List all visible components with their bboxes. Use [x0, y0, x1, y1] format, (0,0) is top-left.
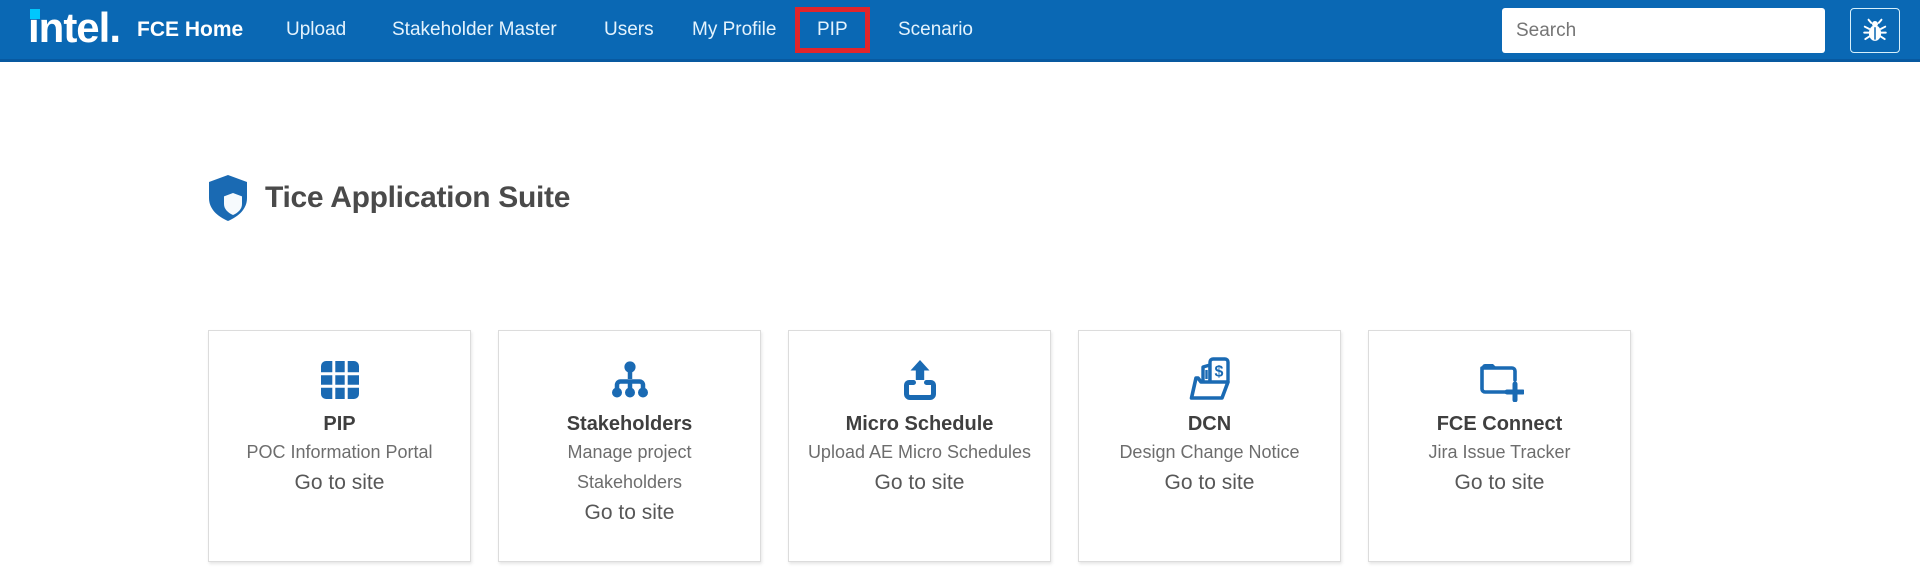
folder-plus-icon [1479, 364, 1524, 402]
card-description: POC Information Portal [246, 442, 433, 462]
org-chart-icon [611, 361, 648, 398]
suite-title: Tice Application Suite [265, 181, 571, 214]
card-title: Stakeholders [566, 413, 693, 435]
go-to-site-link[interactable]: Go to site [1369, 467, 1630, 498]
intel-logo[interactable]: intel. [28, 0, 121, 59]
card-description: Jira Issue Tracker [1428, 442, 1571, 462]
nav-item-my-profile[interactable]: My Profile [692, 0, 776, 59]
go-to-site-link[interactable]: Go to site [789, 467, 1050, 498]
table-grid-icon [320, 361, 359, 399]
go-to-site-link[interactable]: Go to site [209, 467, 470, 498]
upload-icon [903, 360, 936, 400]
nav-item-upload[interactable]: Upload [286, 0, 346, 59]
search-input[interactable] [1502, 8, 1825, 53]
top-navbar: intel. FCE Home Upload Stakeholder Maste… [0, 0, 1920, 62]
card-icon-wrap [1369, 357, 1630, 403]
go-to-site-link[interactable]: Go to site [1079, 467, 1340, 498]
card-fce-connect: FCE Connect Jira Issue Tracker Go to sit… [1368, 330, 1631, 562]
svg-text:$: $ [1214, 364, 1223, 381]
card-stakeholders: Stakeholders Manage project Stakeholders… [498, 330, 761, 562]
intel-logo-text: intel. [28, 4, 121, 51]
nav-item-fce-home[interactable]: FCE Home [137, 0, 243, 59]
card-description: Upload AE Micro Schedules [807, 442, 1032, 462]
application-cards-row: PIP POC Information Portal Go to site St… [208, 330, 1631, 562]
go-to-site-link[interactable]: Go to site [499, 497, 760, 528]
card-icon-wrap [789, 357, 1050, 403]
intel-logo-i-dot-square [30, 9, 40, 19]
card-title: PIP [323, 413, 356, 435]
card-pip: PIP POC Information Portal Go to site [208, 330, 471, 562]
debug-button[interactable] [1850, 8, 1900, 53]
nav-item-stakeholder-master[interactable]: Stakeholder Master [392, 0, 557, 59]
card-icon-wrap: $ [1079, 357, 1340, 403]
card-title: FCE Connect [1436, 413, 1563, 435]
suite-header: Tice Application Suite [206, 174, 570, 222]
card-icon-wrap [209, 357, 470, 403]
card-title: Micro Schedule [845, 413, 994, 435]
card-title: DCN [1187, 413, 1232, 435]
card-icon-wrap [499, 357, 760, 403]
card-description-line-1: Manage project [567, 442, 692, 462]
card-micro-schedule: Micro Schedule Upload AE Micro Schedules… [788, 330, 1051, 562]
bug-icon [1863, 18, 1887, 41]
card-description: Design Change Notice [1119, 442, 1300, 462]
shield-icon [209, 175, 247, 221]
card-description-line-2: Stakeholders [576, 472, 683, 492]
nav-item-users[interactable]: Users [604, 0, 654, 59]
dollar-document-folder-icon: $ [1189, 357, 1230, 400]
pip-highlight-annotation [795, 7, 870, 53]
nav-item-scenario[interactable]: Scenario [898, 0, 973, 59]
card-dcn: $ DCN Design Change Notice Go to site [1078, 330, 1341, 562]
